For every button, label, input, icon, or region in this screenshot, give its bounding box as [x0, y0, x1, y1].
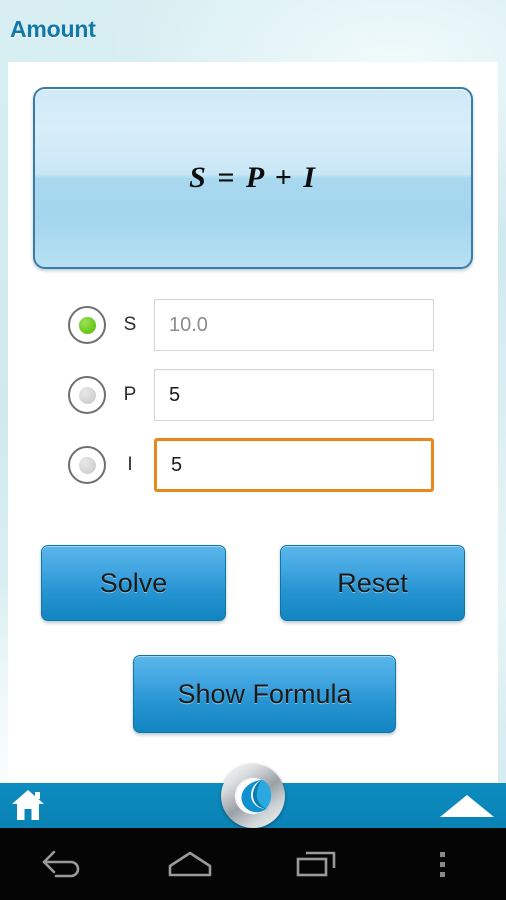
variable-row-p: P 5	[8, 360, 498, 430]
home-icon[interactable]	[10, 788, 46, 822]
radio-dot-icon	[78, 456, 96, 474]
radio-button-s[interactable]	[68, 306, 106, 344]
radio-dot-icon	[78, 386, 96, 404]
input-field-s[interactable]: 10.0	[154, 299, 434, 351]
show-formula-button[interactable]: Show Formula	[133, 655, 396, 733]
action-button-row: Solve Reset	[8, 545, 498, 621]
variable-rows: S 10.0 P 5 I 5	[8, 290, 498, 500]
nav-home-button[interactable]	[127, 850, 254, 878]
input-field-p[interactable]: 5	[154, 369, 434, 421]
input-field-i[interactable]: 5	[154, 438, 434, 492]
variable-row-s: S 10.0	[8, 290, 498, 360]
variable-label-i: I	[127, 454, 133, 475]
solve-button[interactable]: Solve	[41, 545, 226, 621]
variable-label-s: S	[123, 314, 137, 335]
variable-label-p: P	[123, 384, 137, 405]
android-nav-bar	[0, 828, 506, 900]
formula-panel: S = P + I	[33, 87, 473, 269]
up-arrow-icon[interactable]	[440, 795, 494, 817]
radio-dot-icon	[78, 316, 96, 334]
radio-button-i[interactable]	[68, 446, 106, 484]
crescent-moon-logo[interactable]	[221, 764, 285, 828]
radio-button-p[interactable]	[68, 376, 106, 414]
content-card: S = P + I S 10.0 P 5 I 5 Solve Reset Sho…	[8, 62, 498, 783]
nav-overflow-menu-button[interactable]	[380, 851, 506, 877]
overflow-menu-icon	[440, 851, 446, 877]
formula-text: S = P + I	[189, 161, 317, 194]
page-title: Amount	[10, 16, 96, 42]
nav-back-button[interactable]	[0, 848, 127, 880]
reset-button[interactable]: Reset	[280, 545, 465, 621]
variable-row-i: I 5	[8, 430, 498, 500]
nav-recents-button[interactable]	[253, 848, 380, 880]
